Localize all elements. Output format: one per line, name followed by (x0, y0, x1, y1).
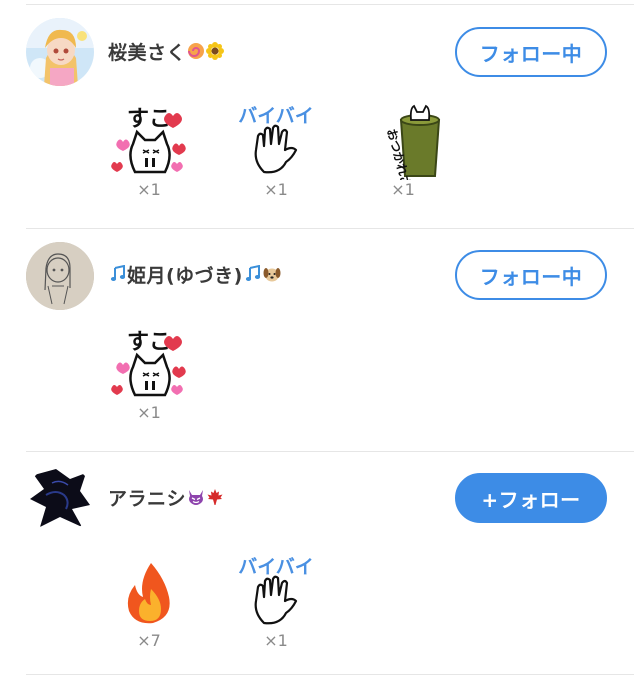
username[interactable]: アラニシ (108, 484, 186, 511)
suko-cat-hearts-sticker: すこ (111, 330, 186, 397)
purple-devil-icon (187, 488, 205, 506)
baibai-waving-hand-sticker: バイバイ (238, 105, 314, 174)
reaction-count: ×1 (264, 631, 288, 650)
sunflower-icon (206, 42, 225, 60)
music-notes-icon (109, 265, 127, 283)
reaction-count: ×1 (137, 403, 161, 422)
reaction-count: ×1 (264, 180, 288, 199)
suko-cat-hearts-sticker: すこ (111, 107, 186, 174)
music-notes-icon (244, 265, 262, 283)
follow-button[interactable]: +フォロー (455, 473, 607, 523)
username[interactable]: 姫月(ゆづき) (127, 261, 243, 288)
user-row: アラニシ +フォロー ×7 バイバイ ×1 (0, 451, 634, 676)
row-divider (26, 674, 634, 675)
following-button[interactable]: フォロー中 (455, 27, 607, 77)
pink-spiral-icon (187, 42, 205, 60)
username-row: 姫月(ゆづき) (108, 259, 281, 289)
user-row: 姫月(ゆづき) フォロー中 すこ ×1 (0, 228, 634, 451)
reaction-count: ×7 (137, 631, 161, 650)
reaction-item[interactable]: すこ ×1 (99, 323, 199, 422)
baibai-waving-hand-sticker: バイバイ (238, 556, 314, 625)
dog-face-icon (263, 265, 281, 283)
username-row: アラニシ (108, 482, 224, 512)
reaction-count: ×1 (391, 180, 415, 199)
user-row: 桜美さく フォロー中 すこ ×1 バイバイ ×1 おつかれさま ×1 (0, 0, 634, 228)
sticker-text-baibai: バイバイ (238, 105, 314, 127)
avatar[interactable] (26, 242, 94, 310)
sticker-text-baibai: バイバイ (238, 556, 314, 578)
reaction-count: ×1 (137, 180, 161, 199)
reaction-item[interactable]: すこ ×1 (99, 100, 199, 199)
username-row: 桜美さく (108, 36, 225, 66)
fire-sticker (127, 563, 170, 624)
reaction-item[interactable]: おつかれさま ×1 (353, 100, 453, 199)
following-button[interactable]: フォロー中 (455, 250, 607, 300)
avatar[interactable] (26, 465, 94, 533)
reaction-item[interactable]: バイバイ ×1 (226, 100, 326, 199)
username[interactable]: 桜美さく (108, 38, 186, 65)
reaction-item[interactable]: ×7 (99, 551, 199, 650)
maple-leaf-icon (206, 488, 224, 506)
otsukaresama-cat-bucket-sticker: おつかれさま (384, 104, 441, 180)
reaction-item[interactable]: バイバイ ×1 (226, 551, 326, 650)
avatar[interactable] (26, 18, 94, 86)
